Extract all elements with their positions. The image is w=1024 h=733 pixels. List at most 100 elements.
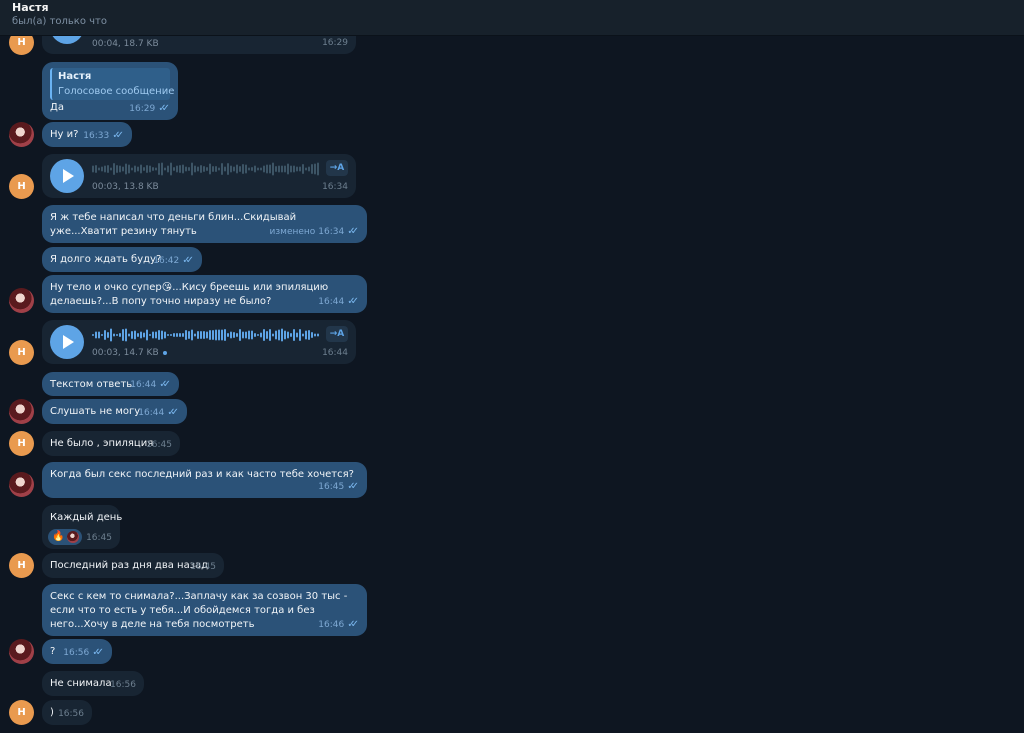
waveform-bar	[161, 330, 163, 340]
last-seen-status: был(а) только что	[12, 16, 107, 27]
waveform-bar	[269, 329, 271, 341]
message-time: 16:56	[63, 648, 90, 658]
waveform-bar	[236, 164, 238, 174]
waveform-bar	[257, 334, 259, 336]
contact-avatar[interactable]: Н	[9, 174, 34, 199]
waveform-bar	[170, 334, 172, 336]
message-text: Когда был секс последний раз и как часто…	[50, 469, 354, 480]
contact-avatar[interactable]: Н	[9, 431, 34, 456]
user-avatar[interactable]	[9, 472, 34, 497]
waveform-bar	[200, 331, 202, 339]
waveform-bar	[278, 165, 280, 173]
reactions[interactable]: 🔥	[48, 529, 82, 545]
waveform-bar	[287, 331, 289, 339]
reply-quote[interactable]: Настя Голосовое сообщение	[50, 68, 174, 100]
voice-message-incoming[interactable]: 00:03, 13.8 KB →A 16:34	[42, 154, 356, 198]
double-check-icon: ✓✓	[112, 130, 124, 141]
waveform-bar	[131, 331, 133, 339]
waveform-bar	[260, 332, 262, 338]
message-time: 16:45	[86, 533, 112, 543]
play-button[interactable]	[50, 325, 84, 359]
waveform-bar	[275, 330, 277, 340]
contact-avatar[interactable]: Н	[9, 340, 34, 365]
unplayed-dot	[162, 350, 167, 355]
user-avatar[interactable]	[9, 399, 34, 424]
play-button[interactable]	[50, 159, 84, 193]
double-check-icon: ✓✓	[167, 407, 179, 418]
chat-header[interactable]: Настя был(а) только что	[0, 0, 1024, 36]
waveform-bar	[104, 330, 106, 340]
waveform-bar	[107, 165, 109, 173]
waveform-bar	[101, 166, 103, 172]
play-icon	[63, 169, 74, 183]
waveform-bar	[251, 330, 253, 340]
user-avatar[interactable]	[9, 122, 34, 147]
voice-waveform[interactable]	[92, 328, 322, 342]
waveform-bar	[122, 166, 124, 172]
waveform-bar	[317, 162, 319, 176]
waveform-bar	[140, 164, 142, 174]
message-text: Последний раз дня два назад	[50, 560, 209, 571]
transcribe-icon[interactable]: →A	[326, 326, 348, 342]
user-avatar[interactable]	[9, 639, 34, 664]
message-time: 16:44	[318, 297, 345, 307]
waveform-bar	[269, 164, 271, 174]
waveform-bar	[215, 329, 217, 341]
message-outgoing[interactable]: Текстом ответь 16:44 ✓✓	[42, 372, 179, 396]
message-outgoing[interactable]: Настя Голосовое сообщение Да 16:29 ✓✓	[42, 62, 178, 120]
waveform-bar	[146, 165, 148, 173]
waveform-bar	[263, 165, 265, 173]
waveform-bar	[182, 164, 184, 174]
waveform-bar	[314, 163, 316, 175]
message-text: Ну тело и очко супер😘...Кису бреешь или …	[50, 281, 340, 309]
waveform-bar	[143, 167, 145, 171]
message-outgoing[interactable]: Секс с кем то снимала?...Заплачу как за …	[42, 584, 367, 636]
message-outgoing[interactable]: Когда был секс последний раз и как часто…	[42, 462, 367, 498]
message-text: Текстом ответь	[50, 379, 133, 390]
message-outgoing[interactable]: Ну тело и очко супер😘...Кису бреешь или …	[42, 275, 367, 313]
waveform-bar	[194, 165, 196, 173]
waveform-bar	[134, 165, 136, 173]
waveform-bar	[239, 166, 241, 172]
message-incoming[interactable]: ) 16:56	[42, 700, 92, 725]
message-outgoing[interactable]: ? 16:56 ✓✓	[42, 639, 112, 664]
message-outgoing[interactable]: Я ж тебе написал что деньги блин...Скиды…	[42, 205, 367, 243]
message-incoming[interactable]: Не было , эпиляция 16:45	[42, 431, 180, 456]
message-incoming[interactable]: Последний раз дня два назад 16:45	[42, 553, 224, 578]
waveform-bar	[107, 332, 109, 338]
waveform-bar	[188, 167, 190, 171]
voice-info: 00:04, 18.7 KB	[92, 39, 159, 49]
waveform-bar	[221, 163, 223, 175]
waveform-bar	[110, 328, 112, 342]
message-outgoing[interactable]: Я долго ждать буду? 16:42 ✓✓	[42, 247, 202, 272]
message-outgoing[interactable]: Ну и? 16:33 ✓✓	[42, 122, 132, 147]
contact-avatar[interactable]: Н	[9, 700, 34, 725]
message-text-part: Ну тело и очко супер	[50, 282, 162, 293]
waveform-bar	[122, 329, 124, 341]
message-outgoing[interactable]: Слушать не могу 16:44 ✓✓	[42, 399, 187, 424]
waveform-bar	[152, 331, 154, 339]
chat-history[interactable]: 00:04, 18.7 KB 16:29 Н Настя Голосовое с…	[0, 0, 1024, 733]
waveform-bar	[164, 331, 166, 339]
waveform-bar	[206, 331, 208, 339]
waveform-bar	[266, 164, 268, 174]
user-avatar[interactable]	[9, 288, 34, 313]
waveform-bar	[128, 333, 130, 337]
waveform-bar	[299, 329, 301, 341]
message-incoming[interactable]: Не снимала 16:56	[42, 671, 144, 696]
waveform-bar	[248, 330, 250, 340]
waveform-bar	[308, 166, 310, 172]
message-text: ?	[50, 646, 56, 657]
voice-info: 00:03, 13.8 KB	[92, 182, 159, 192]
contact-avatar[interactable]: Н	[9, 553, 34, 578]
voice-waveform[interactable]	[92, 162, 322, 176]
message-incoming[interactable]: Каждый день 🔥 16:45	[42, 505, 122, 549]
message-time: 16:29	[322, 38, 348, 48]
waveform-bar	[314, 333, 316, 337]
transcribe-icon[interactable]: →A	[326, 160, 348, 176]
waveform-bar	[254, 333, 256, 337]
double-check-icon: ✓✓	[182, 255, 194, 266]
waveform-bar	[188, 331, 190, 339]
waveform-bar	[224, 329, 226, 341]
voice-message-incoming[interactable]: 00:03, 14.7 KB →A 16:44	[42, 320, 356, 364]
